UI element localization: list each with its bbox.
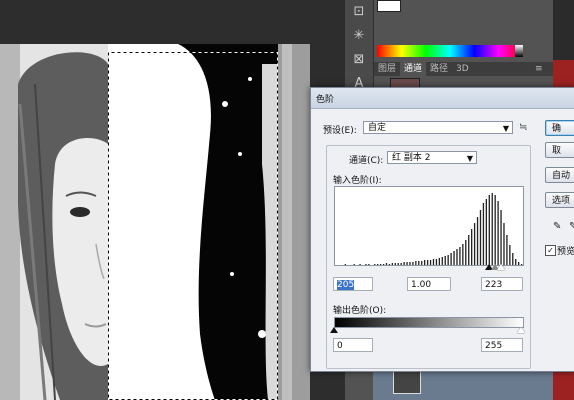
input-black-value: 205 [337, 280, 355, 290]
preset-options-icon[interactable]: ≒ [519, 122, 527, 133]
cancel-button[interactable]: 取 [545, 142, 574, 158]
document-canvas[interactable] [0, 44, 310, 400]
histogram-bar [473, 223, 476, 265]
histogram-bar [456, 249, 458, 265]
histogram-bar [482, 203, 485, 265]
histogram-graph [344, 193, 523, 265]
document-edge-dark [553, 0, 574, 60]
output-white-slider-handle[interactable] [517, 327, 525, 333]
histogram-bar [468, 235, 470, 265]
histogram-bar [494, 195, 496, 265]
black-point-eyedropper-icon[interactable]: ✎ [553, 221, 561, 232]
preview-label: 预览 [557, 247, 574, 257]
histogram-bar [476, 217, 479, 265]
output-black-slider-handle[interactable] [330, 327, 338, 333]
input-levels-label: 输入色阶(I): [333, 176, 382, 186]
histogram-bar [479, 210, 482, 265]
histogram [334, 186, 524, 266]
channel-value: 红 副本 2 [392, 153, 431, 163]
dialog-titlebar[interactable]: 色阶 [311, 88, 574, 109]
preset-dropdown[interactable]: 自定 ▼ [363, 121, 513, 134]
tab-channels[interactable]: 通道 [400, 62, 427, 76]
output-black-field[interactable]: 0 [333, 338, 373, 352]
preset-value: 自定 [368, 123, 387, 133]
tab-3d[interactable]: 3D [452, 62, 473, 76]
input-black-field[interactable]: 205 [333, 277, 373, 291]
channel-dropdown[interactable]: 红 副本 2 ▼ [387, 151, 477, 164]
histogram-bar [500, 210, 502, 265]
histogram-bar [503, 223, 505, 265]
history-icon[interactable]: ⊡ [351, 4, 367, 20]
output-white-field[interactable]: 255 [481, 338, 523, 352]
histogram-bar [471, 229, 473, 265]
input-white-slider-handle[interactable] [497, 264, 505, 270]
channel-label: 通道(C): [349, 156, 384, 166]
gray-point-eyedropper-icon[interactable]: ✎ [569, 221, 574, 232]
panel-icon-strip: ⊡ ✳ ⊠ A [345, 0, 374, 100]
histogram-bar [506, 235, 508, 265]
dialog-title: 色阶 [316, 95, 335, 105]
histogram-bar [462, 244, 464, 265]
input-white-field[interactable]: 223 [481, 277, 523, 291]
chevron-down-icon: ▼ [502, 124, 509, 133]
input-white-value: 223 [485, 280, 503, 290]
spectrum-black-white[interactable] [515, 45, 523, 57]
histogram-bar [497, 201, 499, 265]
histogram-bar [485, 199, 488, 265]
histogram-bar [465, 240, 467, 265]
input-gamma-field[interactable]: 1.00 [407, 277, 451, 291]
levels-dialog: 色阶 预设(E): 自定 ▼ ≒ 通道(C): 红 副本 2 ▼ 输入色阶(I)… [310, 87, 574, 372]
ok-button[interactable]: 确 [545, 120, 574, 136]
histogram-bar [459, 247, 461, 265]
histogram-bar [509, 245, 511, 265]
foreground-color-swatch[interactable] [377, 0, 401, 12]
histogram-bar [453, 251, 455, 265]
histogram-bar [488, 195, 490, 265]
input-levels-slider[interactable] [334, 264, 522, 272]
clone-source-icon[interactable]: ⊠ [351, 52, 367, 68]
panel-menu-icon[interactable]: ≡ [535, 64, 543, 74]
tab-paths[interactable]: 路径 [426, 62, 452, 76]
chevron-down-icon: ▼ [466, 154, 473, 163]
output-black-value: 0 [337, 341, 343, 351]
auto-button[interactable]: 自动 [545, 167, 574, 183]
channel-row-thumbnail [393, 370, 421, 394]
options-button[interactable]: 选项 [545, 192, 574, 208]
preview-checkbox[interactable]: ✓ [545, 245, 556, 256]
output-levels-slider[interactable] [330, 327, 525, 335]
brush-settings-icon[interactable]: ✳ [351, 28, 367, 44]
layers-panel-tabs: 图层 通道 路径 3D [374, 62, 554, 76]
input-gamma-value: 1.00 [411, 280, 432, 290]
tab-layers[interactable]: 图层 [374, 62, 400, 76]
canvas-image [0, 44, 310, 400]
color-spectrum[interactable] [377, 45, 523, 57]
histogram-bar [491, 193, 493, 265]
output-white-value: 255 [485, 341, 503, 351]
preset-label: 预设(E): [323, 126, 357, 136]
output-levels-label: 输出色阶(O): [333, 306, 387, 316]
